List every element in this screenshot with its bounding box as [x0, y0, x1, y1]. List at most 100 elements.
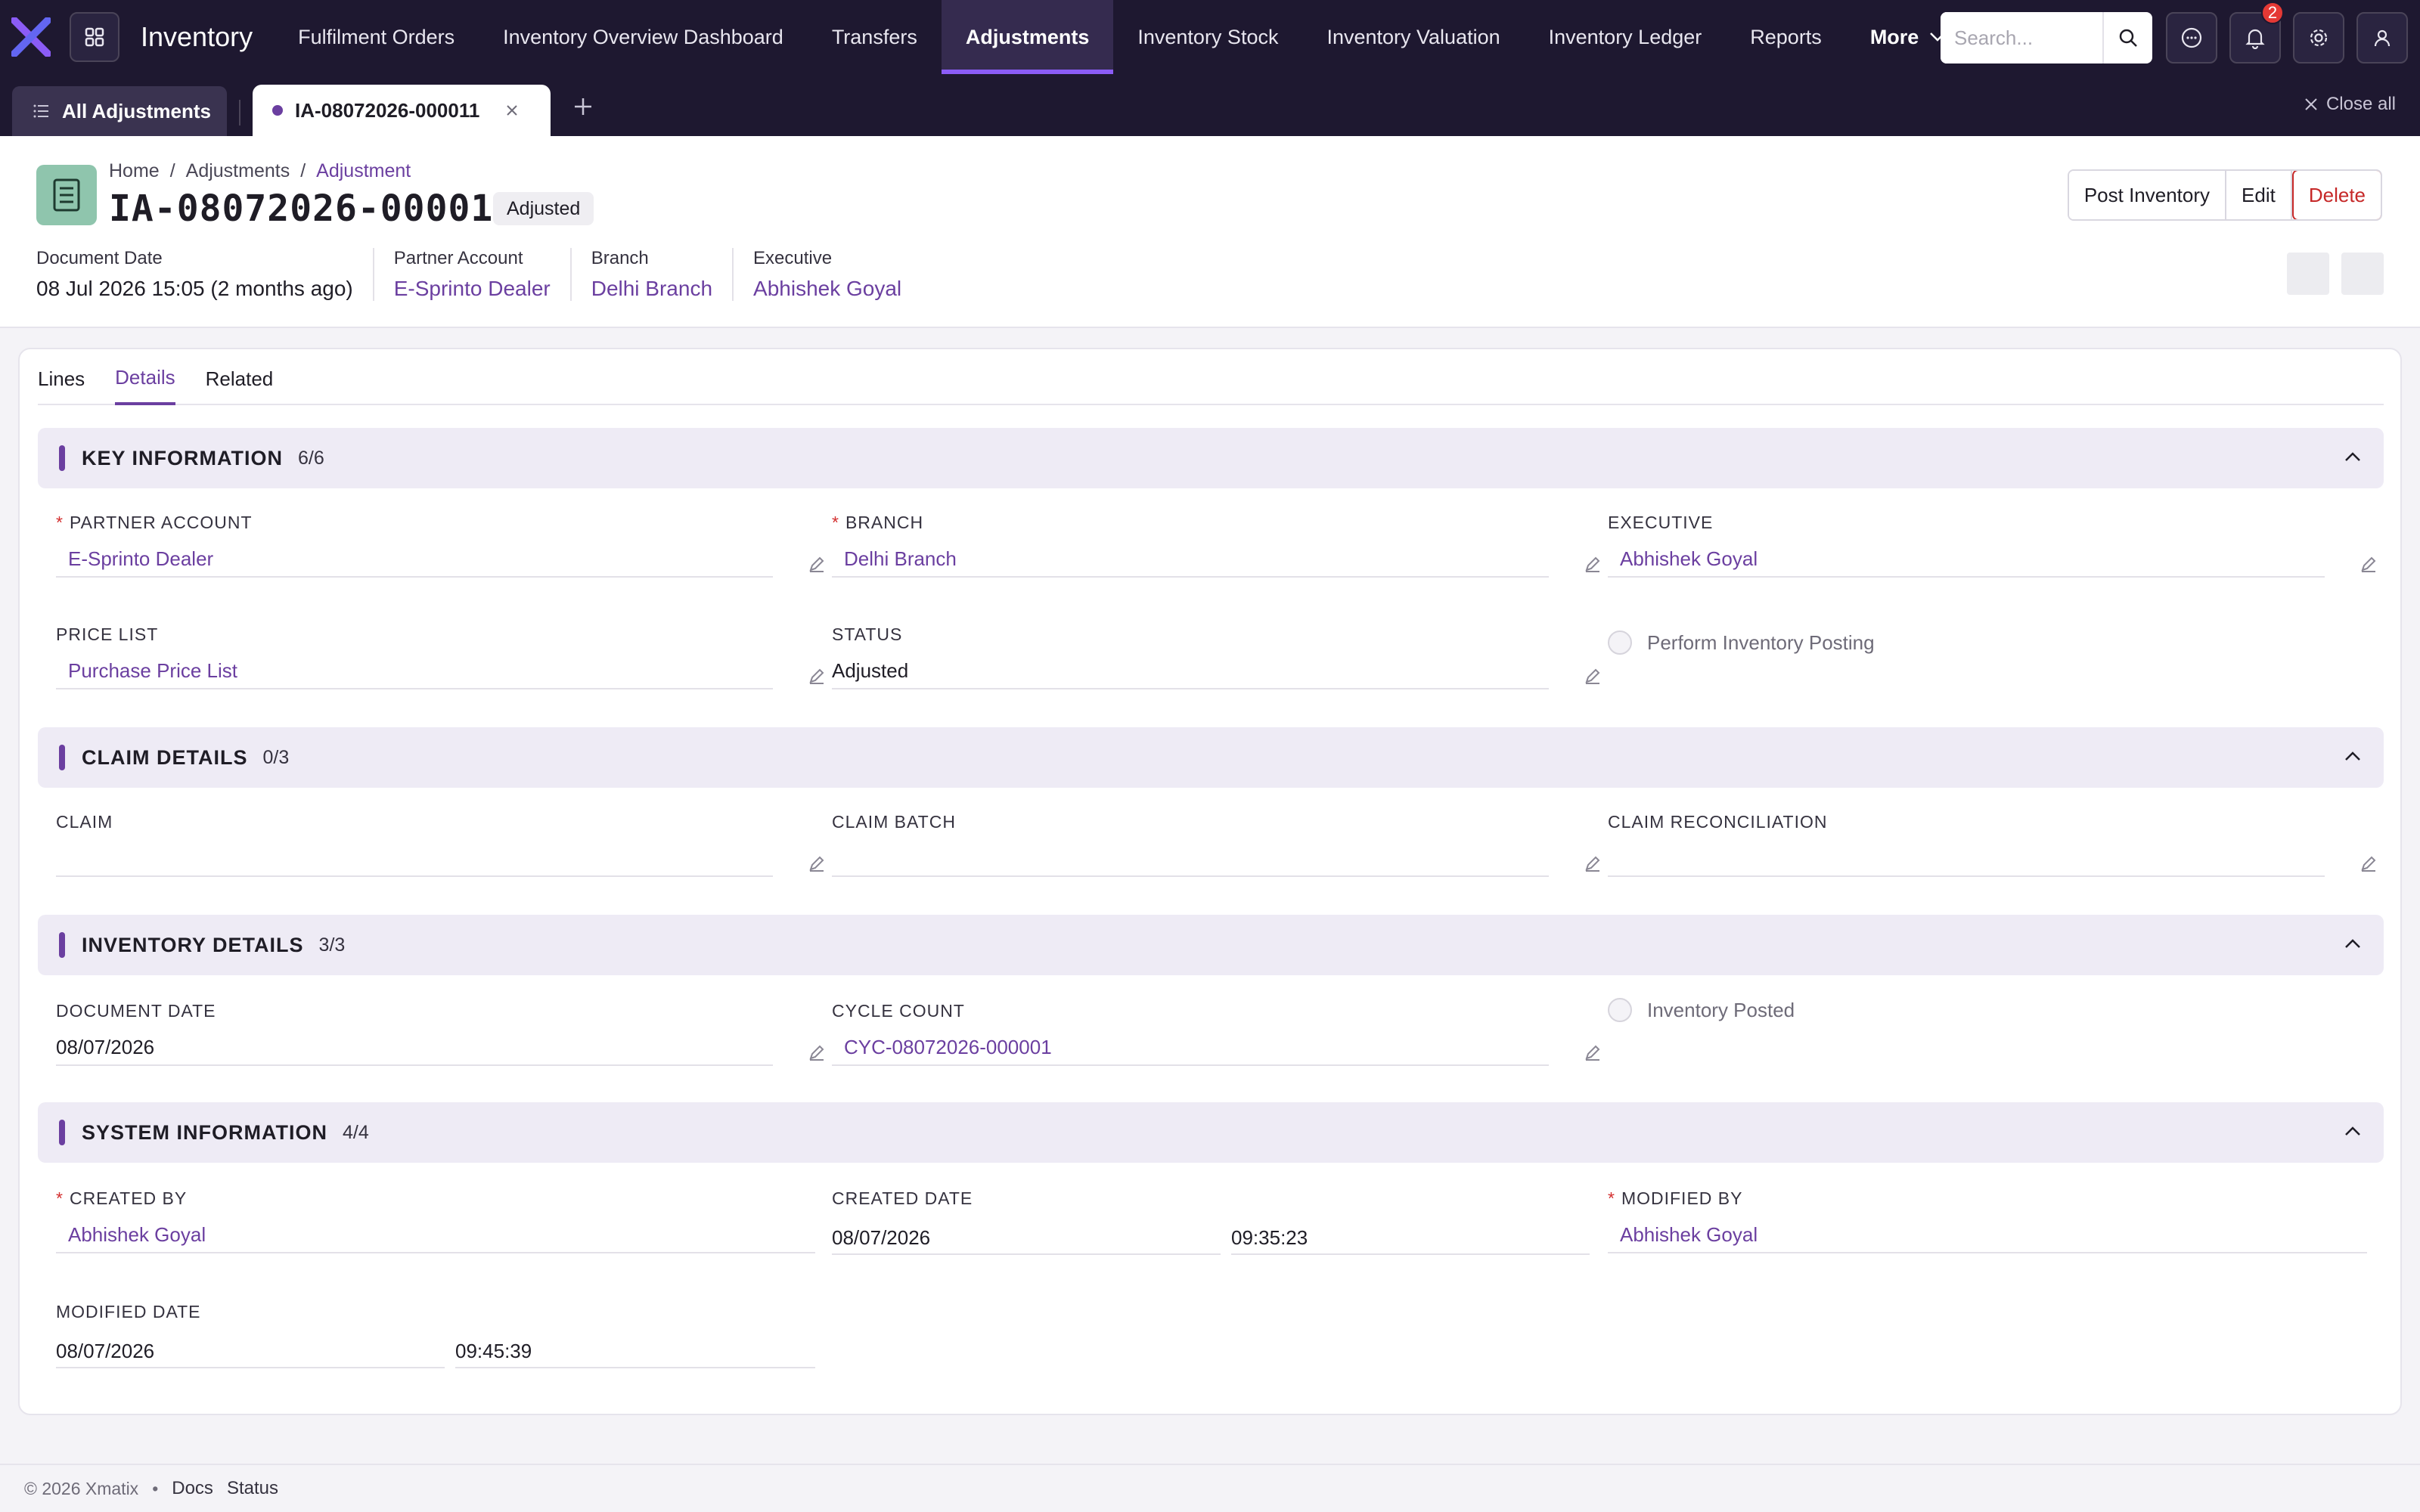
placeholder-square-button[interactable] [2341, 253, 2384, 295]
pencil-icon[interactable] [1584, 1043, 1602, 1061]
created-time-value[interactable]: 09:35:23 [1231, 1219, 1590, 1255]
chevron-up-icon[interactable] [2343, 934, 2363, 954]
section-inventory-details[interactable]: INVENTORY DETAILS 3/3 [38, 915, 2384, 975]
section-count: 0/3 [262, 746, 290, 768]
chat-button[interactable] [2166, 12, 2217, 64]
nav-inventory-overview-dashboard[interactable]: Inventory Overview Dashboard [479, 0, 808, 74]
footer-link-status[interactable]: Status [227, 1478, 278, 1499]
checkbox-circle[interactable] [1608, 998, 1632, 1022]
checkbox-circle[interactable] [1608, 631, 1632, 655]
settings-button[interactable] [2293, 12, 2344, 64]
chevron-up-icon[interactable] [2343, 747, 2363, 767]
record-meta: Document Date 08 Jul 2026 15:05 (2 month… [36, 248, 941, 301]
footer-link-docs[interactable]: Docs [172, 1478, 213, 1499]
claim-reconciliation-value[interactable] [1608, 841, 2325, 877]
meta-label: Partner Account [393, 248, 523, 268]
cycle-count-value[interactable]: CYC-08072026-000001 [832, 1030, 1549, 1066]
pencil-icon[interactable] [1584, 555, 1602, 573]
pencil-icon[interactable] [1584, 667, 1602, 685]
close-tab-button[interactable] [505, 104, 519, 117]
tab-lines[interactable]: Lines [38, 349, 85, 405]
nav-inventory-valuation[interactable]: Inventory Valuation [1302, 0, 1524, 74]
all-adjustments-tab[interactable]: All Adjustments [12, 86, 227, 136]
document-date-value[interactable]: 08/07/2026 [56, 1030, 773, 1066]
section-key-information[interactable]: KEY INFORMATION 6/6 [38, 428, 2384, 488]
record-tabs: Lines Details Related [38, 349, 2384, 405]
notifications-button[interactable]: 2 [2229, 2, 2284, 64]
branch-value[interactable]: Delhi Branch [832, 541, 1549, 578]
section-title: INVENTORY DETAILS [82, 933, 304, 956]
all-adjustments-label: All Adjustments [62, 99, 211, 122]
close-all-label: Close all [2325, 94, 2396, 114]
user-profile-button[interactable] [2356, 12, 2408, 64]
field-label-text: Branch [845, 513, 924, 532]
nav-transfers[interactable]: Transfers [808, 0, 942, 74]
created-by-value[interactable]: Abhishek Goyal [56, 1217, 815, 1253]
meta-value-link[interactable]: E-Sprinto Dealer [394, 277, 551, 301]
price-list-value[interactable]: Purchase Price List [56, 653, 773, 689]
post-inventory-button[interactable]: Post Inventory [2068, 171, 2227, 219]
placeholder-square-button[interactable] [2287, 253, 2329, 295]
tab-details[interactable]: Details [115, 349, 175, 405]
chevron-up-icon[interactable] [2343, 448, 2363, 467]
created-date-value[interactable]: 08/07/2026 [832, 1219, 1221, 1255]
gear-icon [2310, 29, 2328, 47]
user-icon [2374, 29, 2391, 47]
nav-adjustments[interactable]: Adjustments [941, 0, 1114, 74]
document-icon [36, 165, 97, 225]
claim-value[interactable] [56, 841, 773, 877]
document-tab-active[interactable]: IA-08072026-000011 [253, 85, 551, 136]
field-branch: * Branch Delhi Branch [832, 513, 1603, 581]
section-system-information[interactable]: SYSTEM INFORMATION 4/4 [38, 1102, 2384, 1163]
status-value[interactable]: Adjusted [832, 653, 1549, 689]
close-icon [507, 105, 518, 116]
breadcrumb-home[interactable]: Home [109, 160, 160, 182]
nav-reports[interactable]: Reports [1726, 0, 1846, 74]
perform-inventory-posting-checkbox[interactable]: Perform Inventory Posting [1608, 631, 1875, 655]
close-all-tabs-button[interactable]: Close all [2304, 94, 2396, 115]
field-claim-batch: Claim Batch [832, 812, 1603, 880]
breadcrumb-adjustments[interactable]: Adjustments [186, 160, 290, 182]
xmatix-logo-icon[interactable] [11, 17, 51, 57]
pencil-icon[interactable] [2360, 854, 2378, 872]
section-count: 4/4 [343, 1121, 369, 1143]
modified-date-value[interactable]: 08/07/2026 [56, 1332, 445, 1368]
nav-fulfilment-orders[interactable]: Fulfilment Orders [274, 0, 479, 74]
executive-value[interactable]: Abhishek Goyal [1608, 541, 2325, 578]
meta-value-link[interactable]: Abhishek Goyal [753, 277, 901, 301]
claim-batch-value[interactable] [832, 841, 1549, 877]
section-claim-details[interactable]: CLAIM DETAILS 0/3 [38, 727, 2384, 788]
nav-inventory-stock[interactable]: Inventory Stock [1113, 0, 1302, 74]
section-count: 3/3 [318, 934, 346, 956]
modified-by-value[interactable]: Abhishek Goyal [1608, 1217, 2367, 1253]
inventory-posted-checkbox[interactable]: Inventory Posted [1608, 998, 1795, 1022]
pencil-icon[interactable] [808, 854, 826, 872]
partner-account-value[interactable]: E-Sprinto Dealer [56, 541, 773, 578]
pencil-icon[interactable] [808, 555, 826, 573]
pencil-icon[interactable] [2360, 555, 2378, 573]
meta-label: Document Date [36, 248, 163, 268]
field-label: Claim Reconciliation [1608, 812, 1828, 832]
details-card: Lines Details Related KEY INFORMATION 6/… [18, 348, 2402, 1415]
section-accent-bar [59, 445, 65, 471]
grid-icon [85, 27, 104, 47]
modified-time-value[interactable]: 09:45:39 [455, 1332, 815, 1368]
nav-inventory-ledger[interactable]: Inventory Ledger [1525, 0, 1727, 74]
pencil-icon[interactable] [808, 667, 826, 685]
app-launcher-button[interactable] [70, 12, 119, 62]
pencil-icon[interactable] [808, 1043, 826, 1061]
meta-executive: Executive Abhishek Goyal [753, 248, 921, 301]
search-button[interactable] [2102, 12, 2152, 64]
field-label: Cycle Count [832, 1001, 965, 1021]
field-status: Status Adjusted [832, 624, 1603, 692]
document-tab-label: IA-08072026-000011 [295, 98, 480, 122]
search-input[interactable] [1941, 12, 2102, 64]
pencil-icon[interactable] [1584, 854, 1602, 872]
meta-value-link[interactable]: Delhi Branch [591, 277, 712, 301]
main-nav: Fulfilment Orders Inventory Overview Das… [274, 0, 1970, 74]
delete-button[interactable]: Delete [2291, 171, 2381, 219]
tab-related[interactable]: Related [206, 349, 274, 405]
edit-button[interactable]: Edit [2226, 171, 2292, 219]
add-tab-plus-icon[interactable] [572, 95, 594, 118]
chevron-up-icon[interactable] [2343, 1122, 2363, 1142]
